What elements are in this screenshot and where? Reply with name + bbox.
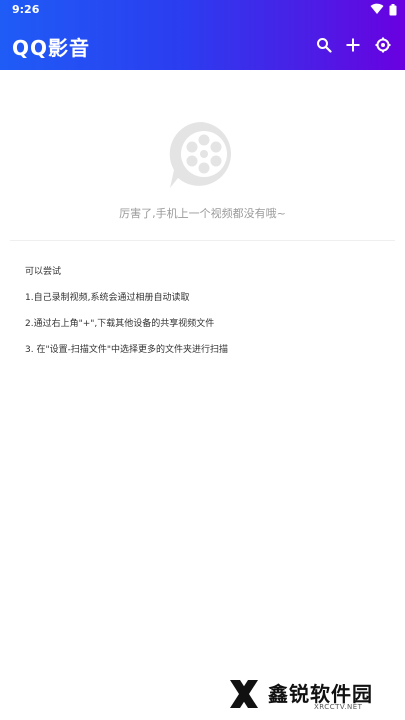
status-time: 9:26 (12, 3, 40, 16)
film-reel-icon (169, 121, 232, 188)
battery-icon (389, 4, 397, 16)
search-icon[interactable] (316, 37, 332, 53)
watermark: 鑫锐软件园 XRCCTV.NET (226, 676, 396, 716)
add-icon[interactable] (345, 37, 361, 53)
tip-item: 3. 在"设置-扫描文件"中选择更多的文件夹进行扫描 (25, 345, 228, 355)
settings-icon[interactable] (375, 37, 391, 53)
wifi-icon (370, 3, 384, 14)
tips-section: 可以尝试 1.自己录制视频,系统会通过相册自动读取 2.通过右上角"+",下载其… (25, 266, 395, 370)
divider (10, 240, 395, 241)
tip-item: 1.自己录制视频,系统会通过相册自动读取 (25, 293, 190, 303)
main-content: 厉害了,手机上一个视频都没有哦~ 可以尝试 1.自己录制视频,系统会通过相册自动… (0, 70, 405, 720)
app-title: QQ影音 (12, 36, 91, 60)
app-header: 9:26 QQ影音 (0, 0, 405, 70)
tip-item: 2.通过右上角"+",下载其他设备的共享视频文件 (25, 319, 215, 329)
tips-heading: 可以尝试 (25, 267, 62, 277)
status-bar: 9:26 (0, 0, 405, 20)
x-logo-icon (230, 680, 258, 708)
empty-state-message: 厉害了,手机上一个视频都没有哦~ (119, 207, 286, 220)
watermark-url: XRCCTV.NET (314, 703, 363, 711)
